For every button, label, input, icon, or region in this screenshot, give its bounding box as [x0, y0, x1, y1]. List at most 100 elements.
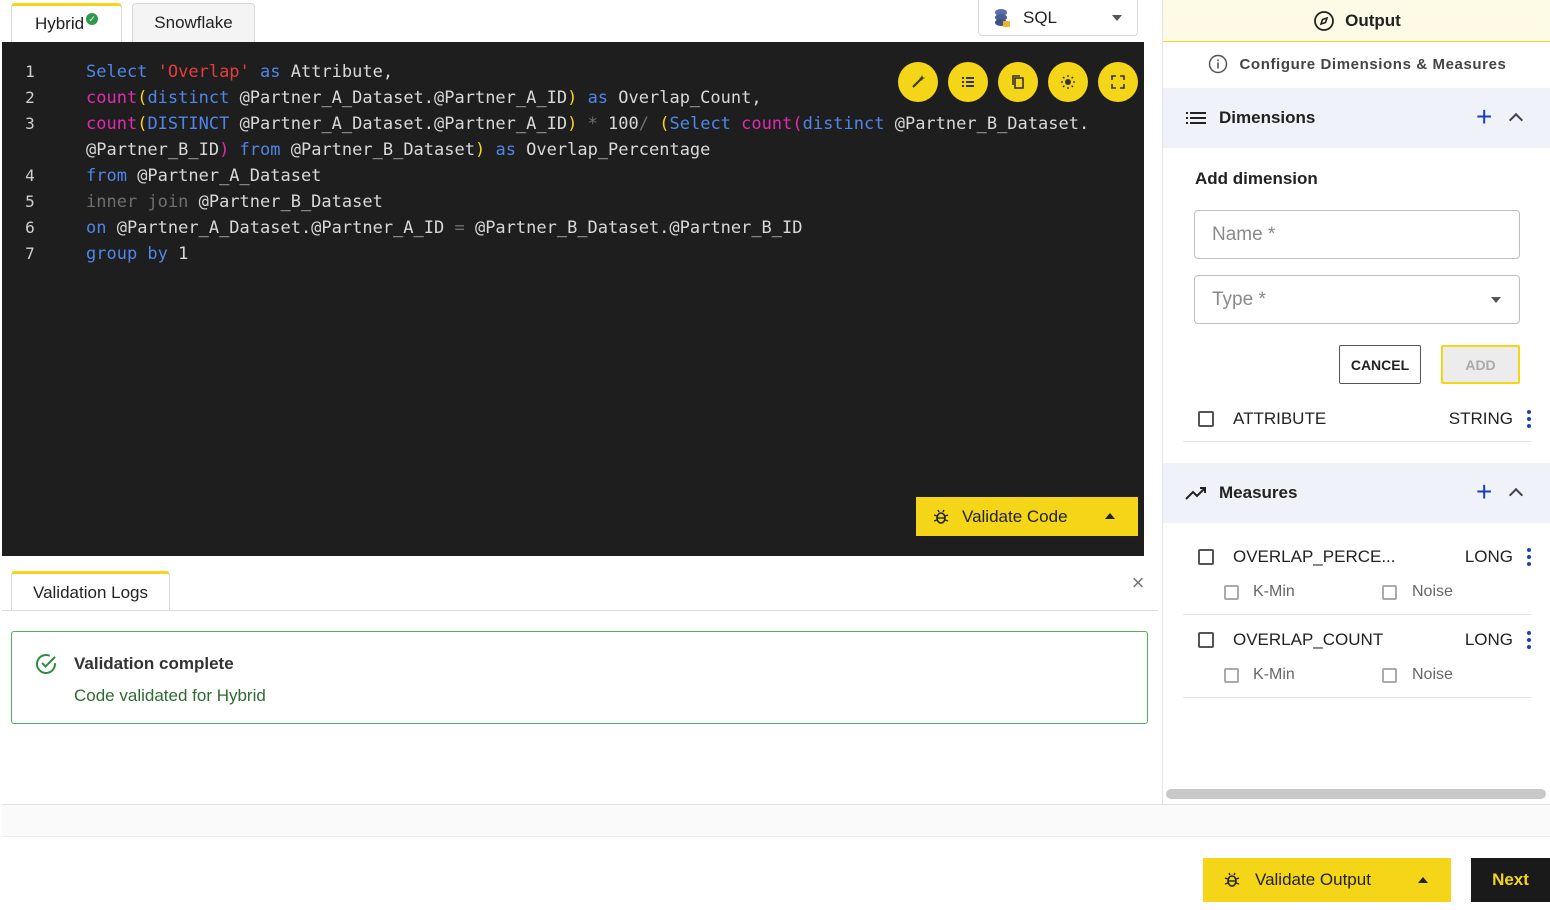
validation-logs-label: Validation Logs [33, 582, 148, 602]
code-text: count(DISTINCT @Partner_A_Dataset.@Partn… [86, 111, 1089, 137]
dimension-type: STRING [1448, 409, 1513, 428]
code-text: inner join @Partner_B_Dataset [86, 189, 383, 215]
horizontal-scrollbar[interactable] [1166, 789, 1546, 799]
code-token: = [444, 218, 475, 238]
expand-icon [1111, 75, 1125, 89]
line-number: 4 [25, 166, 35, 185]
trending-up-icon [1185, 487, 1206, 500]
theme-toggle-button[interactable] [1048, 62, 1088, 102]
code-token: @Partner_B_Dataset. [894, 114, 1090, 134]
code-token: Select [86, 62, 158, 82]
check-circle-icon [36, 654, 56, 674]
kmin-checkbox[interactable] [1224, 668, 1239, 683]
chevron-up-icon[interactable] [1508, 487, 1524, 503]
code-token: as [485, 140, 527, 160]
code-token: on [86, 218, 117, 238]
code-token: ( [792, 114, 803, 134]
validate-code-button[interactable]: Validate Code [916, 497, 1138, 536]
code-token: Overlap_Percentage [526, 140, 711, 160]
row-checkbox[interactable] [1198, 411, 1214, 427]
divider [2, 610, 1158, 611]
code-token: ( [659, 114, 670, 134]
copy-button[interactable] [998, 62, 1038, 102]
row-checkbox[interactable] [1198, 632, 1214, 648]
chevron-down-icon [1491, 297, 1501, 303]
dimension-name: ATTRIBUTE [1233, 409, 1327, 428]
validation-result-box: Validation complete Code validated for H… [11, 631, 1148, 724]
compass-icon [1314, 10, 1335, 31]
check-badge-icon: ✓ [86, 13, 99, 25]
kmin-label: K-Min [1253, 583, 1295, 600]
add-button[interactable]: ADD [1441, 345, 1520, 384]
format-button[interactable] [948, 62, 988, 102]
code-text: group by 1 [86, 241, 188, 267]
footer-band [2, 805, 1550, 837]
add-dimension-icon[interactable]: + [1476, 103, 1492, 131]
code-token: ) [567, 88, 578, 108]
code-line: 6 on @Partner_A_Dataset.@Partner_A_ID = @… [2, 215, 1142, 241]
validate-output-button[interactable]: Validate Output [1203, 858, 1451, 902]
kmin-checkbox[interactable] [1224, 585, 1239, 600]
dimensions-header[interactable]: Dimensions + [1163, 88, 1550, 148]
configure-subtitle: Configure Dimensions & Measures [1163, 50, 1550, 78]
validate-code-label: Validate Code [962, 506, 1068, 526]
noise-checkbox[interactable] [1382, 668, 1397, 683]
kmin-label: K-Min [1253, 666, 1295, 683]
code-token: * [577, 114, 609, 134]
dimension-name-field[interactable]: Name * [1194, 210, 1520, 259]
code-text: on @Partner_A_Dataset.@Partner_A_ID = @P… [86, 215, 802, 241]
add-measure-icon[interactable]: + [1476, 478, 1492, 506]
output-title: Output [1345, 10, 1401, 30]
tab-validation-logs[interactable]: Validation Logs [11, 571, 170, 611]
code-token: ( [137, 88, 148, 108]
code-token: ) [474, 140, 486, 160]
code-editor[interactable]: 1 Select 'Overlap' as Attribute, 2 count(di… [2, 42, 1144, 556]
bug-icon [933, 509, 949, 524]
line-number: 3 [25, 114, 35, 133]
close-icon[interactable]: × [1128, 572, 1148, 594]
code-token: count [86, 114, 138, 134]
tab-hybrid[interactable]: Hybrid ✓ [11, 3, 122, 42]
tab-snowflake[interactable]: Snowflake [132, 3, 255, 42]
chevron-down-icon [1112, 15, 1122, 21]
more-vert-icon[interactable] [1527, 631, 1531, 652]
language-select[interactable]: SQL [978, 0, 1138, 36]
code-token: @Partner_B_Dataset.@Partner_B_ID [474, 218, 803, 238]
dimension-type-placeholder: Type * [1212, 288, 1266, 310]
more-vert-icon[interactable] [1527, 410, 1531, 431]
validate-output-label: Validate Output [1255, 870, 1371, 889]
measure-row: OVERLAP_COUNT LONG K-Min Noise [1183, 619, 1531, 698]
magic-wand-button[interactable] [898, 62, 938, 102]
code-token: @Partner_B_ID [86, 140, 220, 160]
expand-button[interactable] [1098, 62, 1138, 102]
code-token: 1 [178, 244, 189, 264]
chevron-up-icon[interactable] [1418, 877, 1428, 883]
more-vert-icon[interactable] [1527, 548, 1531, 569]
measure-type: LONG [1464, 547, 1513, 566]
code-token: Overlap_Count, [618, 88, 762, 108]
noise-checkbox[interactable] [1382, 585, 1397, 600]
code-token: ) [219, 140, 230, 160]
code-line: 4 from @Partner_A_Dataset [2, 163, 1142, 189]
code-token: @Partner_A_Dataset.@Partner_A_ID [239, 114, 568, 134]
chevron-up-icon[interactable] [1508, 112, 1524, 128]
cancel-button[interactable]: CANCEL [1339, 345, 1421, 384]
row-checkbox[interactable] [1198, 549, 1214, 565]
code-token: Attribute, [290, 62, 394, 82]
code-token: ) [567, 114, 578, 134]
chevron-up-icon[interactable] [1105, 513, 1115, 519]
code-token: distinct [147, 88, 240, 108]
list-icon [1186, 112, 1206, 124]
list-format-icon [962, 77, 974, 87]
next-button[interactable]: Next [1471, 858, 1550, 902]
dimension-type-select[interactable]: Type * [1194, 275, 1520, 324]
code-token: Select [669, 114, 742, 134]
code-token: inner join [86, 192, 199, 212]
line-number: 5 [25, 192, 35, 211]
validation-message: Code validated for Hybrid [74, 686, 266, 705]
measures-header[interactable]: Measures + [1163, 463, 1550, 523]
measures-title: Measures [1219, 483, 1298, 502]
code-token: 100 [608, 114, 639, 134]
code-line: @Partner_B_ID) from @Partner_B_Dataset) … [2, 137, 1142, 163]
code-token: from [229, 140, 291, 160]
